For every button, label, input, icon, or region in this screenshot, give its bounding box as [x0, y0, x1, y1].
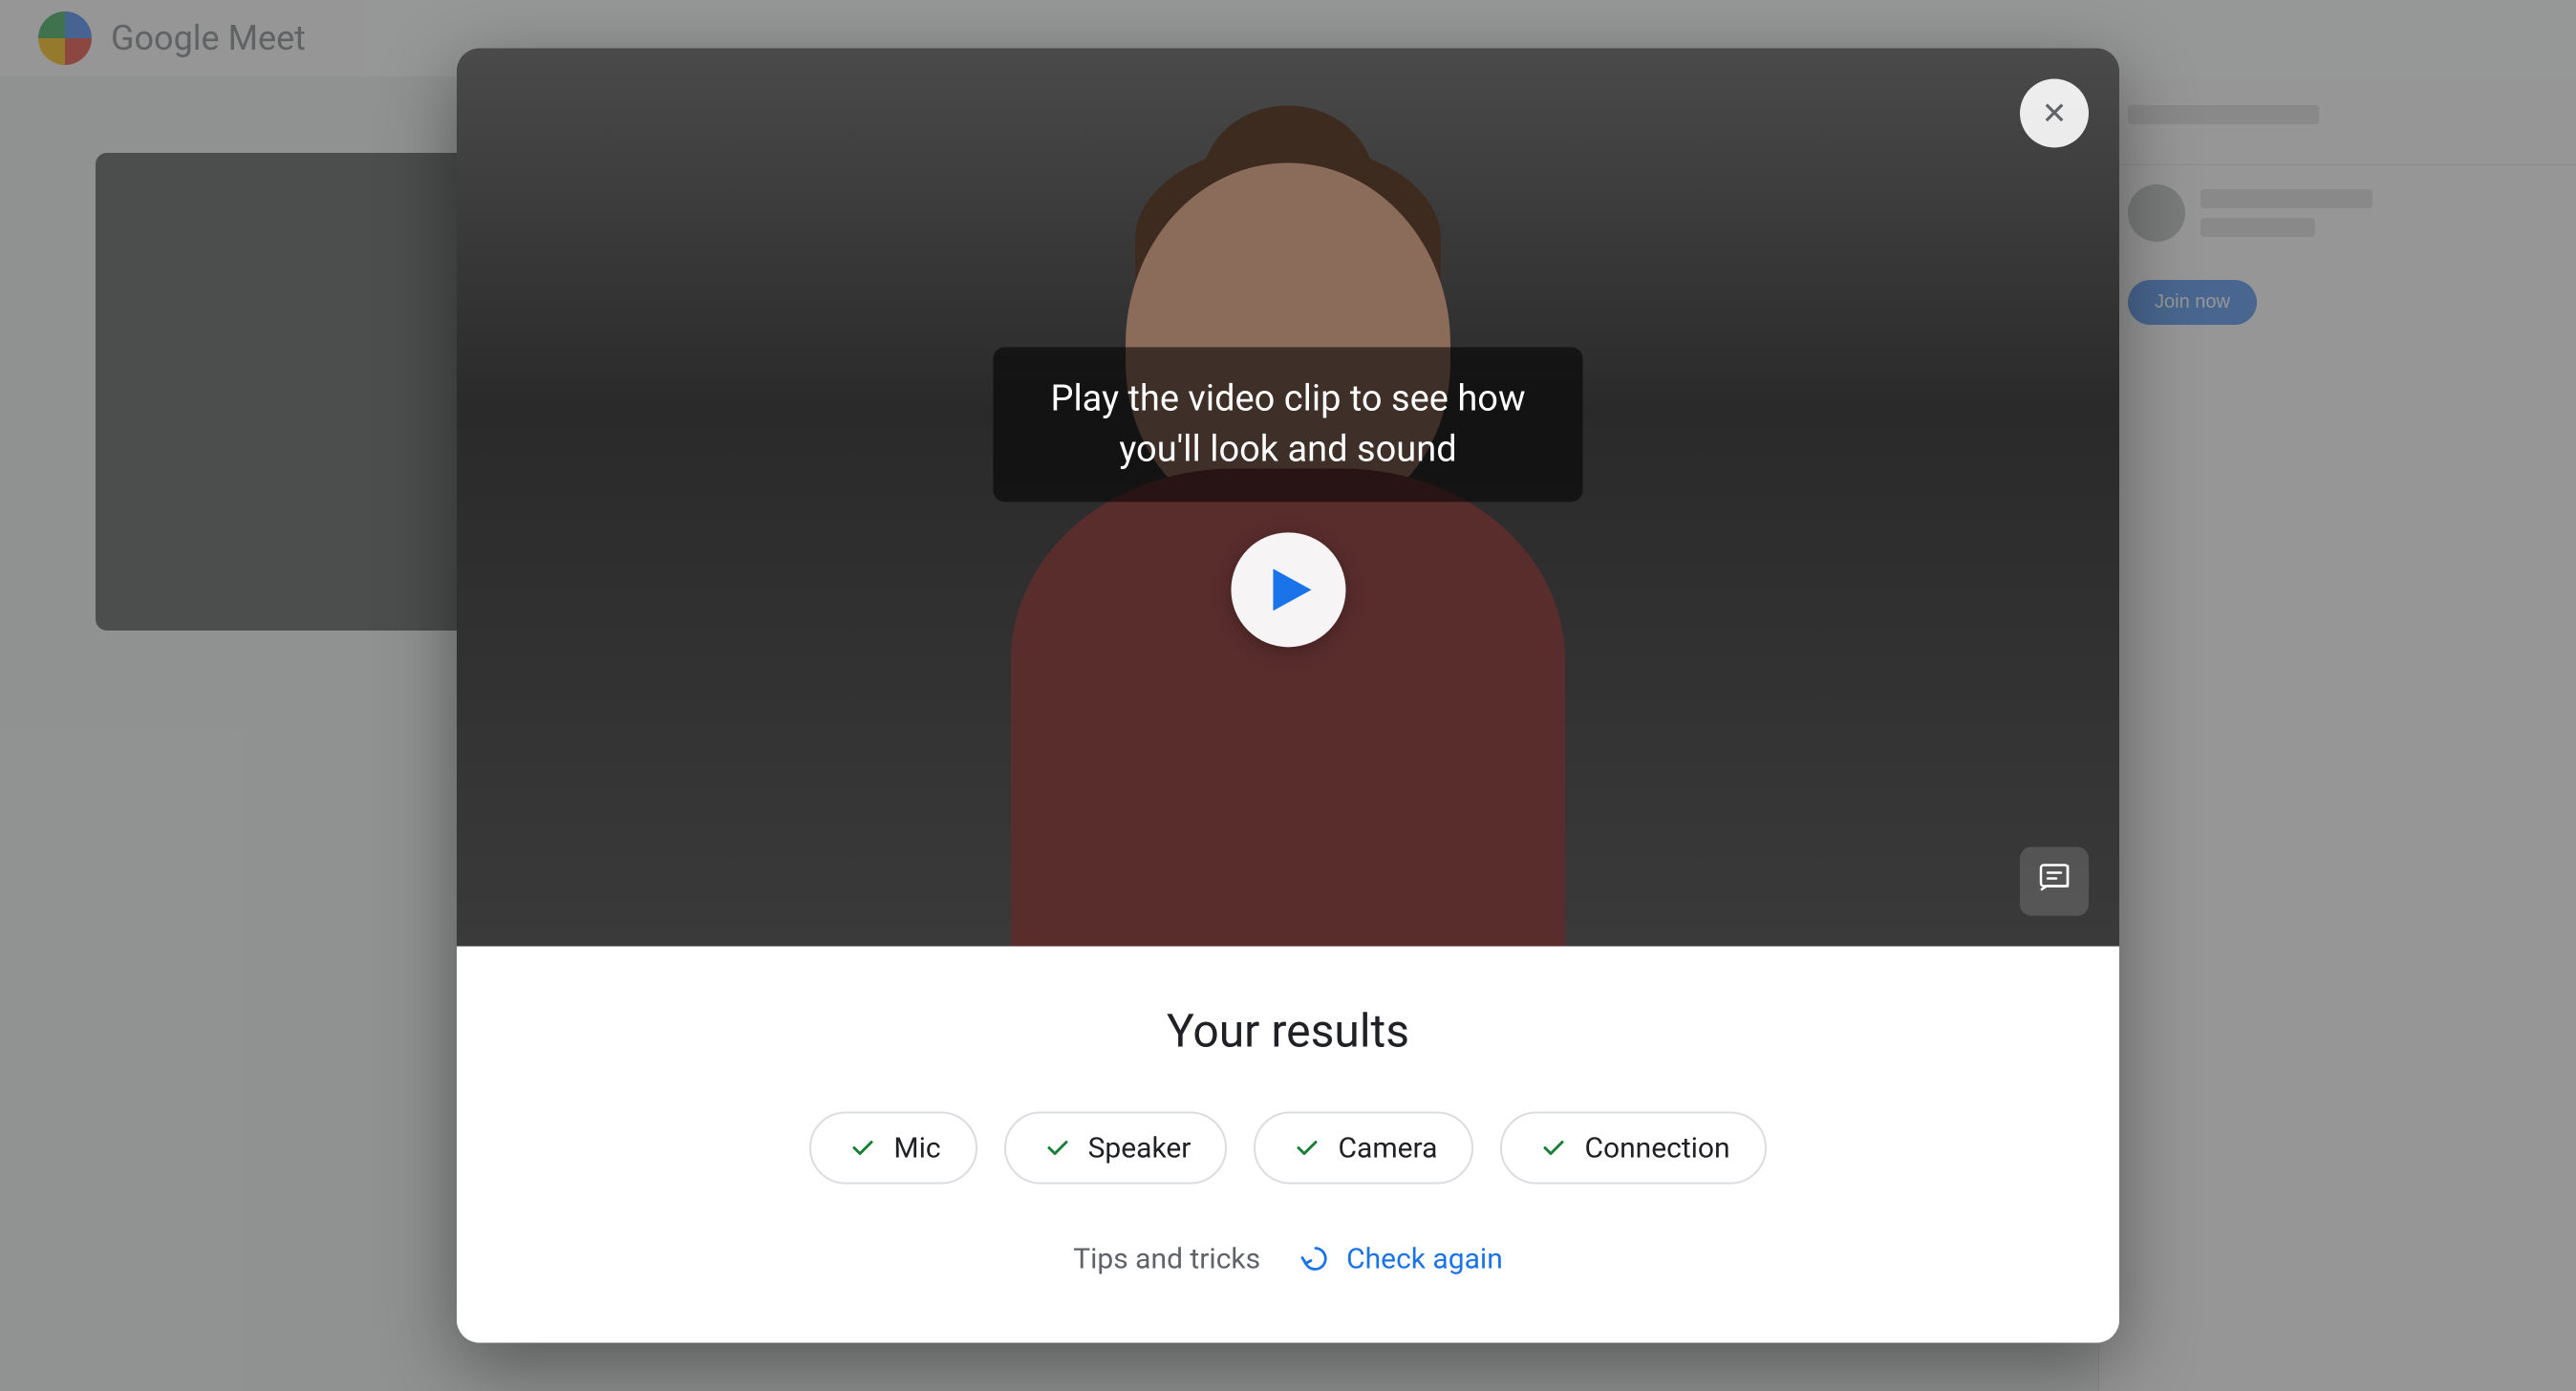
play-button[interactable] [1231, 533, 1345, 648]
video-preview-area: Play the video clip to see howyou'll loo… [457, 49, 2119, 947]
close-icon: ✕ [2042, 96, 2068, 132]
camera-label: Camera [1338, 1131, 1437, 1165]
check-again-button[interactable]: Check again [1299, 1242, 1503, 1276]
play-icon [1273, 569, 1311, 611]
check-again-label: Check again [1346, 1242, 1503, 1275]
tips-link[interactable]: Tips and tricks [1073, 1242, 1260, 1275]
camera-check-icon [1290, 1131, 1324, 1166]
mic-label: Mic [893, 1131, 940, 1165]
speaker-check-icon [1041, 1131, 1075, 1166]
mic-check-icon [846, 1131, 880, 1166]
diagnostic-modal: Play the video clip to see howyou'll loo… [457, 49, 2119, 1343]
camera-chip: Camera [1254, 1112, 1473, 1185]
video-overlay-text-bg: Play the video clip to see howyou'll loo… [993, 347, 1582, 502]
refresh-icon [1299, 1242, 1333, 1276]
close-button[interactable]: ✕ [2020, 79, 2089, 148]
video-overlay: Play the video clip to see howyou'll loo… [993, 347, 1582, 647]
mic-chip: Mic [809, 1112, 977, 1185]
status-chips-container: Mic Speaker Camera [533, 1112, 2043, 1185]
connection-chip: Connection [1500, 1112, 1766, 1185]
speaker-chip: Speaker [1004, 1112, 1228, 1185]
connection-label: Connection [1584, 1131, 1729, 1165]
results-title: Your results [533, 1004, 2043, 1059]
speaker-label: Speaker [1088, 1131, 1191, 1165]
connection-check-icon [1536, 1131, 1571, 1166]
modal-actions: Tips and tricks Check again [533, 1242, 2043, 1276]
video-overlay-text: Play the video clip to see howyou'll loo… [1050, 374, 1525, 475]
feedback-icon [2037, 861, 2072, 902]
feedback-button[interactable] [2020, 847, 2089, 916]
results-section: Your results Mic Speaker [457, 947, 2119, 1343]
